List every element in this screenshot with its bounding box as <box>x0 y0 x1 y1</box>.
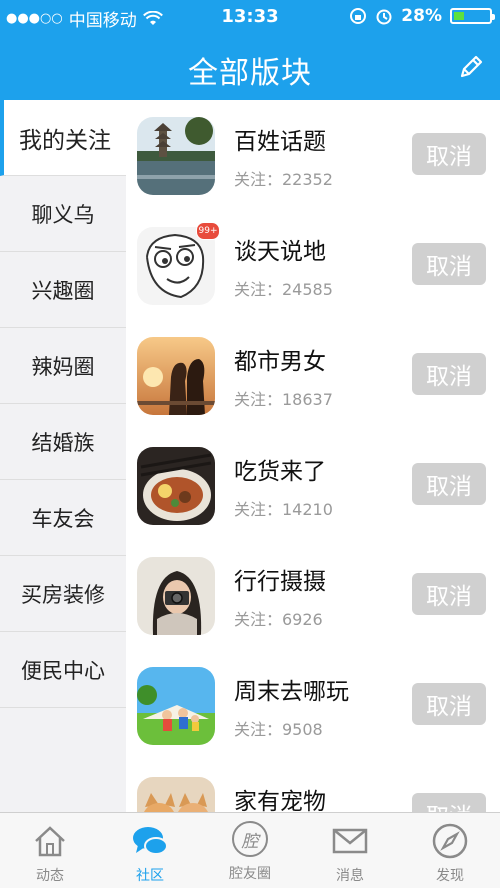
status-bar: ●●●○○ 中国移动 13:33 28% <box>0 0 500 34</box>
unfollow-button[interactable]: 取消 <box>412 243 486 285</box>
sidebar-item-label: 辣妈圈 <box>31 354 95 379</box>
forum-follow-count: 关注：18637 <box>234 390 333 409</box>
forum-follow-count: 关注：24585 <box>234 280 333 299</box>
forum-list: 百姓话题 关注：22352 取消 99+ 谈天说地 关注：24585 取消 都市… <box>126 100 500 812</box>
bottom-tab-bar: 动态 社区 腔 腔友圈 消息 发现 <box>0 812 500 888</box>
alarm-icon <box>376 9 392 25</box>
forum-follow-count: 关注：14210 <box>234 500 333 519</box>
forum-follow-count: 关注：22352 <box>234 170 333 189</box>
unfollow-button[interactable]: 取消 <box>412 463 486 505</box>
forum-follow-count: 关注：6926 <box>234 610 323 629</box>
sidebar-item-my-follows[interactable]: 我的关注 <box>0 100 126 176</box>
sidebar-item-label: 买房装修 <box>21 582 105 607</box>
unfollow-button[interactable]: 取消 <box>412 683 486 725</box>
forum-name: 行行摄摄 <box>234 569 326 595</box>
list-item[interactable]: 都市男女 关注：18637 取消 <box>126 320 500 430</box>
sidebar-item-label: 便民中心 <box>21 658 105 683</box>
forum-thumbnail-photographer <box>137 557 215 635</box>
unfollow-button[interactable]: 取消 <box>412 353 486 395</box>
envelope-icon <box>332 828 368 854</box>
sidebar-item-home-decor[interactable]: 买房装修 <box>0 556 126 632</box>
list-item[interactable]: 周末去哪玩 关注：9508 取消 <box>126 650 500 760</box>
forum-thumbnail-couple <box>137 337 215 415</box>
list-item[interactable]: 家有宠物 取消 <box>126 760 500 812</box>
unfollow-button[interactable]: 取消 <box>412 793 486 812</box>
sidebar-item-label: 聊义乌 <box>31 202 95 227</box>
sidebar-item-services[interactable]: 便民中心 <box>0 632 126 708</box>
forum-thumbnail-pagoda <box>137 117 215 195</box>
sidebar-item-car-club[interactable]: 车友会 <box>0 480 126 556</box>
sidebar-item-moms[interactable]: 辣妈圈 <box>0 328 126 404</box>
sidebar-item-label: 结婚族 <box>31 430 95 455</box>
compass-icon <box>432 823 468 859</box>
unfollow-button[interactable]: 取消 <box>412 133 486 175</box>
tab-feed[interactable]: 动态 <box>0 813 100 888</box>
nav-bar: 全部版块 <box>0 34 500 100</box>
tab-label: 腔友圈 <box>229 866 271 882</box>
list-item[interactable]: 吃货来了 关注：14210 取消 <box>126 430 500 540</box>
tab-friends-circle[interactable]: 腔 腔友圈 <box>200 813 300 888</box>
friends-circle-glyph: 腔 <box>241 831 259 852</box>
forum-name: 周末去哪玩 <box>234 679 349 705</box>
house-icon <box>35 826 65 857</box>
tab-label: 社区 <box>136 868 164 884</box>
list-item[interactable]: 百姓话题 关注：22352 取消 <box>126 100 500 210</box>
forum-thumbnail-kittens <box>137 777 215 812</box>
unfollow-button[interactable]: 取消 <box>412 573 486 615</box>
sidebar-item-interests[interactable]: 兴趣圈 <box>0 252 126 328</box>
rotation-lock-icon <box>350 8 367 24</box>
sidebar-item-label: 兴趣圈 <box>31 278 95 303</box>
battery-percent: 28% <box>401 6 442 26</box>
tab-messages[interactable]: 消息 <box>300 813 400 888</box>
forum-thumbnail-food <box>137 447 215 525</box>
category-sidebar: 我的关注 聊义乌 兴趣圈 辣妈圈 结婚族 车友会 买房装修 便民中心 <box>0 100 126 812</box>
forum-thumbnail-family-picnic <box>137 667 215 745</box>
tab-discover[interactable]: 发现 <box>400 813 500 888</box>
sidebar-item-yiwu[interactable]: 聊义乌 <box>0 176 126 252</box>
list-item[interactable]: 行行摄摄 关注：6926 取消 <box>126 540 500 650</box>
battery-fill <box>454 12 464 20</box>
page-title: 全部版块 <box>188 56 312 91</box>
battery-icon <box>450 8 495 24</box>
forum-name: 家有宠物 <box>234 789 326 812</box>
forum-follow-count: 关注：9508 <box>234 720 323 739</box>
tab-community[interactable]: 社区 <box>100 813 200 888</box>
forum-name: 谈天说地 <box>234 239 326 265</box>
sidebar-item-label: 我的关注 <box>19 127 111 154</box>
status-right: 28% <box>349 6 495 26</box>
tab-label: 消息 <box>336 868 364 884</box>
forum-name: 都市男女 <box>234 349 326 375</box>
chat-bubbles-icon <box>133 827 168 855</box>
sidebar-item-wedding[interactable]: 结婚族 <box>0 404 126 480</box>
tab-label: 发现 <box>436 868 464 884</box>
forum-name: 百姓话题 <box>234 129 326 155</box>
friends-circle-icon: 腔 <box>232 821 268 857</box>
edit-pencil-icon[interactable] <box>456 52 486 82</box>
list-item[interactable]: 99+ 谈天说地 关注：24585 取消 <box>126 210 500 320</box>
unread-badge: 99+ <box>196 222 220 240</box>
tab-label: 动态 <box>36 868 64 884</box>
sidebar-item-label: 车友会 <box>31 506 95 531</box>
forum-name: 吃货来了 <box>234 459 326 485</box>
